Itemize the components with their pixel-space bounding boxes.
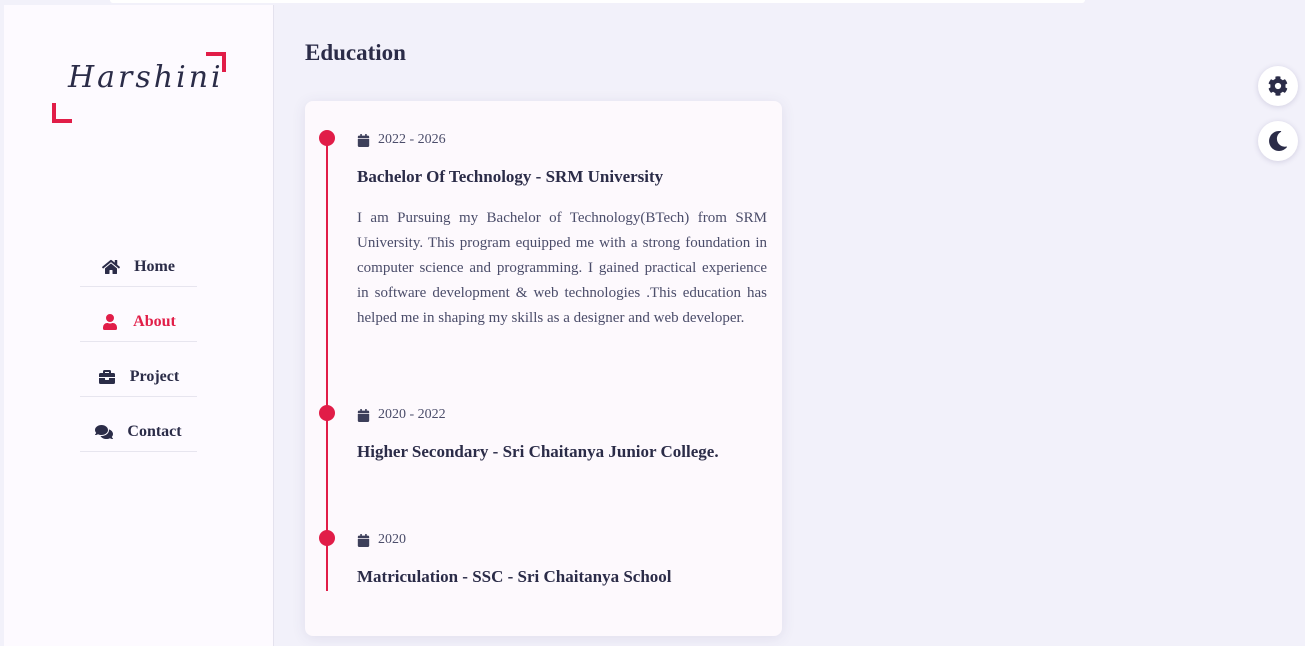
calendar-icon bbox=[357, 408, 370, 422]
timeline-dot bbox=[319, 130, 335, 146]
comments-icon bbox=[95, 424, 114, 440]
main-nav: Home About Project Contact bbox=[80, 248, 197, 468]
theme-toggle-button[interactable] bbox=[1258, 121, 1298, 161]
nav-label-about: About bbox=[133, 313, 176, 330]
section-title: Education bbox=[305, 40, 406, 65]
sidebar: Harshini Home About Project Contact bbox=[4, 5, 274, 646]
nav-label-project: Project bbox=[129, 368, 180, 385]
nav-item-contact[interactable]: Contact bbox=[80, 413, 197, 452]
nav-label-contact: Contact bbox=[127, 423, 182, 440]
education-card: 2022 - 2026 Bachelor Of Technology - SRM… bbox=[305, 101, 782, 636]
nav-item-about[interactable]: About bbox=[80, 303, 197, 342]
entry-date: 2020 - 2022 bbox=[357, 407, 446, 423]
moon-icon bbox=[1268, 131, 1288, 151]
nav-item-home[interactable]: Home bbox=[80, 248, 197, 287]
user-icon bbox=[101, 314, 119, 330]
briefcase-icon bbox=[98, 369, 116, 385]
gear-icon bbox=[1268, 76, 1288, 96]
home-icon bbox=[102, 259, 121, 275]
nav-item-project[interactable]: Project bbox=[80, 358, 197, 397]
entry-title: Bachelor Of Technology - SRM University bbox=[357, 167, 664, 186]
entry-date-text: 2020 bbox=[378, 532, 406, 547]
entry-date: 2020 bbox=[357, 532, 406, 548]
entry-title: Matriculation - SSC - Sri Chaitanya Scho… bbox=[357, 567, 672, 586]
logo-text: Harshini bbox=[68, 60, 224, 95]
entry-date-text: 2020 - 2022 bbox=[378, 407, 446, 422]
entry-date-text: 2022 - 2026 bbox=[378, 132, 446, 147]
entry-date: 2022 - 2026 bbox=[357, 132, 446, 148]
calendar-icon bbox=[357, 133, 370, 147]
entry-description: I am Pursuing my Bachelor of Technology(… bbox=[357, 210, 767, 326]
timeline-dot bbox=[319, 405, 335, 421]
logo-corner-bottom-left bbox=[52, 103, 72, 123]
nav-label-home: Home bbox=[134, 258, 175, 275]
top-strip bbox=[110, 0, 1085, 3]
timeline-line bbox=[326, 138, 328, 591]
logo[interactable]: Harshini bbox=[52, 52, 226, 123]
settings-button[interactable] bbox=[1258, 66, 1298, 106]
calendar-icon bbox=[357, 533, 370, 547]
timeline-dot bbox=[319, 530, 335, 546]
entry-title: Higher Secondary - Sri Chaitanya Junior … bbox=[357, 442, 719, 461]
